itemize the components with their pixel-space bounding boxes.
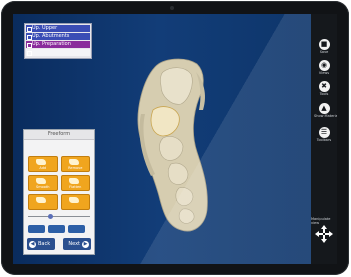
arrow-left-icon: ◀	[29, 240, 36, 248]
next-button[interactable]: Next ▶	[63, 238, 91, 250]
flatten-icon	[68, 178, 79, 184]
tool-button[interactable]	[60, 194, 90, 210]
slider-group	[28, 212, 90, 221]
arrow-right-icon: ▶	[82, 240, 89, 248]
right-toolbar: ■Save ◉Views ✖Tools ▲Show Materials ☰Too…	[311, 14, 337, 264]
toolbar-save[interactable]: ■ Save	[314, 39, 334, 55]
option-buttons	[28, 225, 85, 233]
slider-track[interactable]	[28, 214, 90, 219]
toolbar-show-materials[interactable]: ▲Show Materials	[314, 103, 337, 119]
layer-item[interactable]: Up. Preparation	[26, 41, 90, 48]
views-icon: ◉	[318, 60, 330, 71]
tool-button-add[interactable]: Add	[28, 156, 58, 172]
slider-handle[interactable]	[48, 214, 53, 219]
save-icon: ■	[318, 39, 330, 50]
option-button[interactable]	[48, 225, 65, 233]
application-screen: Up. Upper Up. Abutments Up. Preparation …	[13, 14, 337, 264]
toolbar-tools[interactable]: ✖ Tools	[314, 81, 334, 97]
layer-item[interactable]	[26, 49, 90, 56]
tool-button[interactable]	[28, 194, 58, 210]
dialog-navigation: ◀ Back Next ▶	[27, 238, 91, 250]
move-label: Manipulate view	[311, 217, 331, 225]
smooth-icon	[36, 178, 46, 184]
layer-item[interactable]: Up. Upper	[26, 25, 90, 32]
add-material-icon	[36, 159, 46, 165]
tool-button-smooth[interactable]: Smooth	[28, 175, 58, 191]
layer-list: Up. Upper Up. Abutments Up. Preparation	[24, 23, 92, 59]
move-arrows-icon[interactable]	[315, 225, 333, 243]
tool-button-remove[interactable]: Remove	[60, 156, 90, 172]
remove-material-icon	[68, 159, 79, 165]
tool-grid: Add Remove Smooth Flatten	[28, 156, 90, 210]
back-button[interactable]: ◀ Back	[27, 238, 55, 250]
option-button[interactable]	[28, 225, 45, 233]
tool-button-flatten[interactable]: Flatten	[60, 175, 90, 191]
layer-item[interactable]: Up. Abutments	[26, 33, 90, 40]
option-button[interactable]	[68, 225, 85, 233]
tool-icon	[36, 197, 46, 203]
tablet-frame: Up. Upper Up. Abutments Up. Preparation …	[1, 1, 349, 275]
dental-model[interactable]	[137, 58, 208, 232]
freeform-dialog: Freeform Add Remove Smooth Flatten ◀ Back…	[23, 129, 95, 255]
dialog-title: Freeform	[24, 130, 94, 140]
toolbars-icon: ☰	[318, 127, 330, 138]
tools-icon: ✖	[318, 81, 330, 92]
camera-dot	[170, 6, 174, 10]
materials-icon: ▲	[318, 103, 330, 114]
toolbar-views[interactable]: ◉ Views	[314, 60, 334, 76]
toolbar-toolbars[interactable]: ☰ Toolbars	[314, 127, 334, 143]
tool-icon	[68, 197, 79, 203]
